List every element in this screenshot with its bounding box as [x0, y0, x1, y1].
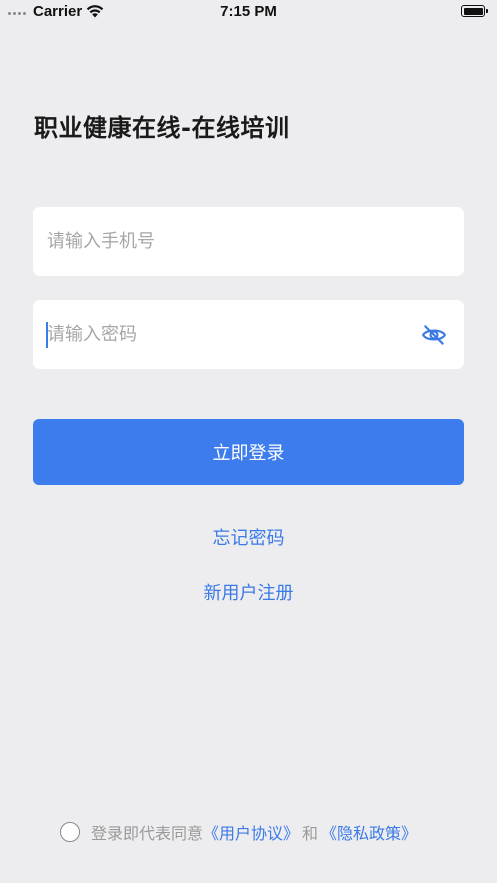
- user-agreement-link[interactable]: 《用户协议》: [203, 820, 299, 844]
- status-bar: Carrier 7:15 PM: [0, 0, 497, 24]
- agreement-row: 登录即代表同意 《用户协议》 和 《隐私政策》: [60, 820, 417, 844]
- status-time: 7:15 PM: [220, 3, 277, 20]
- login-button[interactable]: 立即登录: [33, 419, 464, 485]
- page-title: 职业健康在线-在线培训: [34, 114, 290, 142]
- phone-input[interactable]: [47, 207, 407, 276]
- eye-off-icon[interactable]: [421, 322, 447, 348]
- register-link[interactable]: 新用户注册: [0, 579, 497, 605]
- agreement-checkbox[interactable]: [60, 822, 80, 842]
- battery-icon: [461, 5, 488, 17]
- password-field: [33, 300, 464, 369]
- phone-field: [33, 207, 464, 276]
- agreement-prefix: 登录即代表同意: [91, 824, 204, 843]
- forgot-password-link[interactable]: 忘记密码: [0, 524, 497, 550]
- agreement-and: 和: [302, 824, 319, 843]
- privacy-policy-link[interactable]: 《隐私政策》: [321, 820, 417, 844]
- password-input[interactable]: [47, 300, 407, 369]
